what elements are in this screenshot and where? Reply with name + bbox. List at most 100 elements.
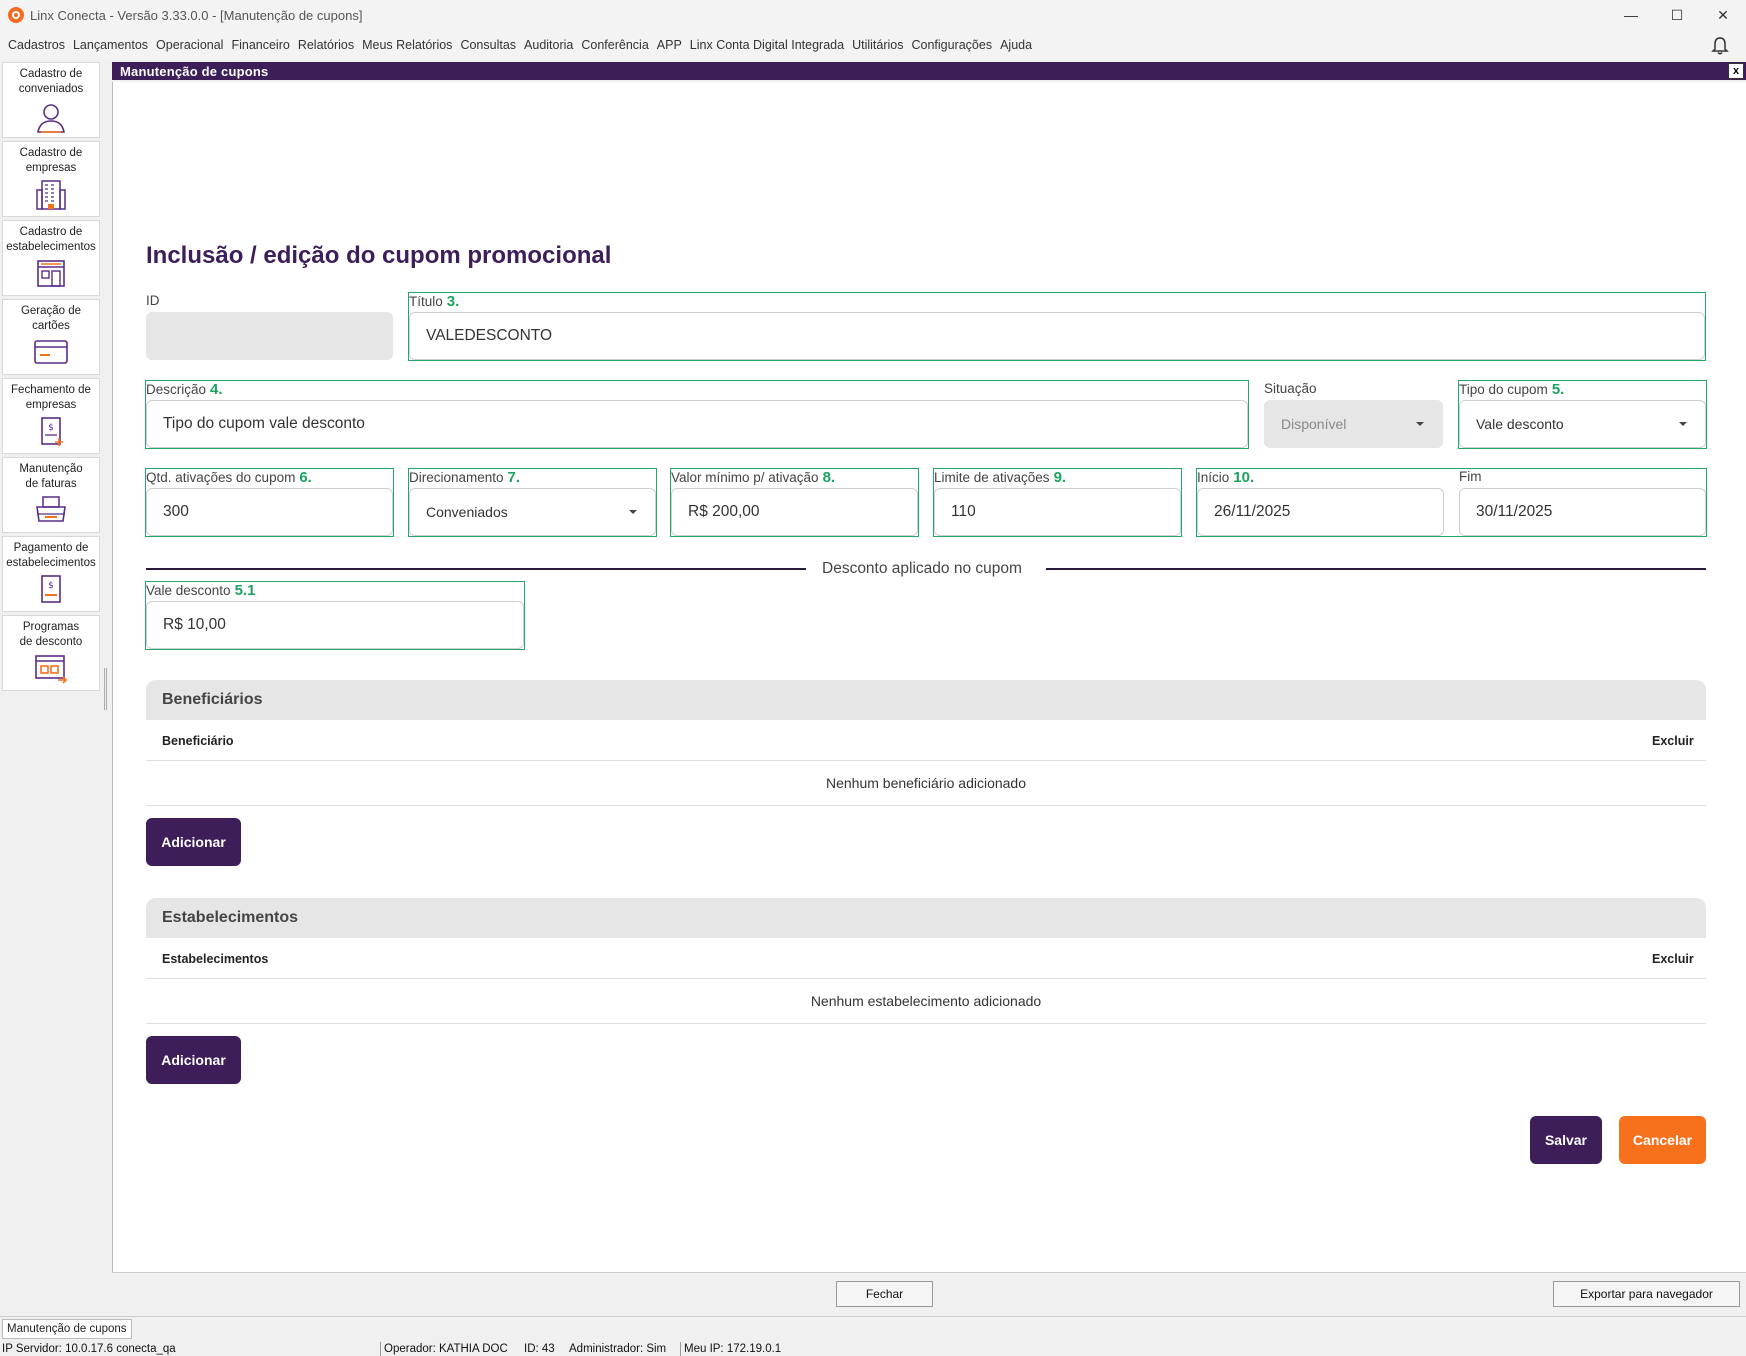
- close-window-button[interactable]: ✕: [1700, 0, 1746, 30]
- tipo-select[interactable]: Vale desconto: [1459, 400, 1706, 448]
- sidebar-item-label: Cadastro de empresas: [19, 147, 83, 174]
- valor-minimo-field[interactable]: R$ 200,00: [671, 488, 918, 536]
- menu-meus-relatorios[interactable]: Meus Relatórios: [358, 38, 456, 52]
- row-divider: [146, 805, 1706, 806]
- status-separator: [680, 1342, 681, 1356]
- app-logo-icon: [8, 7, 24, 23]
- save-button[interactable]: Salvar: [1530, 1116, 1602, 1164]
- card-icon: [34, 340, 68, 364]
- mdi-window-header: Manutenção de cupons x: [112, 62, 1746, 80]
- sidebar-splitter[interactable]: [104, 668, 107, 710]
- sidebar-item-estabelecimentos[interactable]: Cadastro de estabelecimentos: [2, 220, 100, 296]
- add-estabelecimento-button[interactable]: Adicionar: [146, 1036, 241, 1084]
- menu-operacional[interactable]: Operacional: [152, 38, 227, 52]
- tipo-step-number: 5.: [1551, 381, 1565, 398]
- estabelecimentos-column-header: Estabelecimentos: [162, 952, 269, 966]
- titulo-step-number: 3.: [446, 293, 460, 310]
- mdi-window-title: Manutenção de cupons: [120, 63, 269, 79]
- sidebar-item-pagamento[interactable]: Pagamento de estabelecimentos $: [2, 536, 100, 612]
- sidebar-item-label: Manutenção de faturas: [19, 463, 83, 490]
- descricao-label: Descrição 4.: [146, 381, 223, 398]
- row-divider: [146, 1023, 1706, 1024]
- fim-label: Fim: [1459, 469, 1482, 484]
- menu-linx-conta-digital[interactable]: Linx Conta Digital Integrada: [686, 38, 848, 52]
- titulo-label: Título 3.: [409, 293, 460, 310]
- menu-ajuda[interactable]: Ajuda: [996, 38, 1036, 52]
- window-controls: — ☐ ✕: [1608, 0, 1746, 30]
- status-admin: Administrador: Sim: [569, 1343, 667, 1355]
- divider-right: [1046, 568, 1706, 570]
- status-id: ID: 43: [524, 1343, 555, 1355]
- direcionamento-select[interactable]: Conveniados: [409, 488, 656, 536]
- valor-minimo-label: Valor mínimo p/ ativação 8.: [671, 469, 836, 486]
- add-beneficiario-button[interactable]: Adicionar: [146, 818, 241, 866]
- menu-auditoria[interactable]: Auditoria: [520, 38, 577, 52]
- fim-date-field[interactable]: 30/11/2025: [1459, 488, 1706, 536]
- sidebar-item-label: Cadastro de conveniados: [18, 68, 84, 95]
- export-browser-button[interactable]: Exportar para navegador: [1553, 1281, 1740, 1307]
- sidebar-item-faturas[interactable]: Manutenção de faturas: [2, 457, 100, 533]
- menu-conferencia[interactable]: Conferência: [577, 38, 652, 52]
- mdi-taskbar: Manutenção de cupons: [0, 1316, 1746, 1340]
- excluir-column-header: Excluir: [1652, 734, 1694, 748]
- minimize-button[interactable]: —: [1608, 0, 1654, 30]
- sidebar: Cadastro de conveniados Cadastro de empr…: [0, 62, 102, 1320]
- vale-field[interactable]: R$ 10,00: [146, 601, 524, 649]
- menu-app[interactable]: APP: [653, 38, 686, 52]
- direcionamento-label: Direcionamento 7.: [409, 469, 521, 486]
- chevron-down-icon: [1416, 422, 1424, 426]
- window-title: Linx Conecta - Versão 3.33.0.0 - [Manute…: [30, 7, 363, 23]
- tipo-label: Tipo do cupom 5.: [1459, 381, 1565, 398]
- fechar-button[interactable]: Fechar: [836, 1281, 933, 1307]
- vale-step-number: 5.1: [234, 582, 256, 599]
- titulo-field[interactable]: VALEDESCONTO: [409, 312, 1705, 360]
- id-field[interactable]: [146, 312, 393, 360]
- menu-consultas[interactable]: Consultas: [456, 38, 520, 52]
- status-myip: Meu IP: 172.19.0.1: [684, 1343, 782, 1355]
- menu-lancamentos[interactable]: Lançamentos: [69, 38, 152, 52]
- qtd-label: Qtd. ativações do cupom 6.: [146, 469, 312, 486]
- sidebar-item-label: Pagamento de estabelecimentos: [6, 542, 96, 569]
- title-bar: Linx Conecta - Versão 3.33.0.0 - [Manute…: [0, 0, 1746, 30]
- sidebar-item-cartoes[interactable]: Geração de cartões: [2, 299, 100, 375]
- menu-configuracoes[interactable]: Configurações: [907, 38, 996, 52]
- inicio-date-field[interactable]: 26/11/2025: [1197, 488, 1444, 536]
- cancel-button[interactable]: Cancelar: [1619, 1116, 1706, 1164]
- menu-cadastros[interactable]: Cadastros: [4, 38, 69, 52]
- descricao-field[interactable]: Tipo do cupom vale desconto: [146, 400, 1248, 448]
- beneficiarios-empty-message: Nenhum beneficiário adicionado: [825, 775, 1027, 791]
- mdi-close-button[interactable]: x: [1728, 63, 1744, 79]
- menu-relatorios[interactable]: Relatórios: [294, 38, 358, 52]
- status-bar: IP Servidor: 10.0.17.6 conecta_qa Operad…: [0, 1342, 1746, 1356]
- discount-section-title: Desconto aplicado no cupom: [822, 560, 1022, 577]
- sidebar-item-conveniados[interactable]: Cadastro de conveniados: [2, 62, 100, 138]
- limite-field[interactable]: 110: [934, 488, 1181, 536]
- sidebar-item-label: Programas de desconto: [19, 621, 83, 648]
- svg-text:$: $: [48, 423, 54, 433]
- svg-text:$: $: [48, 581, 54, 591]
- situacao-label: Situação: [1264, 381, 1317, 396]
- divider-left: [146, 568, 806, 570]
- menu-financeiro[interactable]: Financeiro: [227, 38, 293, 52]
- sidebar-item-fechamento[interactable]: Fechamento de empresas $: [2, 378, 100, 454]
- valor-minimo-step-number: 8.: [822, 469, 836, 486]
- descricao-step-number: 4.: [210, 381, 223, 398]
- maximize-button[interactable]: ☐: [1654, 0, 1700, 30]
- qtd-field[interactable]: 300: [146, 488, 393, 536]
- menu-utilitarios[interactable]: Utilitários: [848, 38, 907, 52]
- row-divider: [146, 760, 1706, 761]
- sidebar-item-programas[interactable]: Programas de desconto: [2, 615, 100, 691]
- sidebar-item-empresas[interactable]: Cadastro de empresas: [2, 141, 100, 217]
- page-title: Inclusão / edição do cupom promocional: [146, 242, 612, 269]
- building-icon: [36, 180, 66, 210]
- sidebar-item-label: Geração de cartões: [20, 305, 82, 332]
- bell-icon[interactable]: [1710, 36, 1730, 56]
- direcionamento-step-number: 7.: [507, 469, 521, 486]
- excluir-column-header: Excluir: [1652, 952, 1694, 966]
- task-tab-manutencao-cupons[interactable]: Manutenção de cupons: [2, 1319, 132, 1339]
- situacao-select: Disponível: [1264, 400, 1443, 448]
- qtd-step-number: 6.: [299, 469, 312, 486]
- sidebar-item-label: Fechamento de empresas: [11, 384, 91, 411]
- discount-program-icon: [35, 655, 68, 684]
- row-divider: [146, 978, 1706, 979]
